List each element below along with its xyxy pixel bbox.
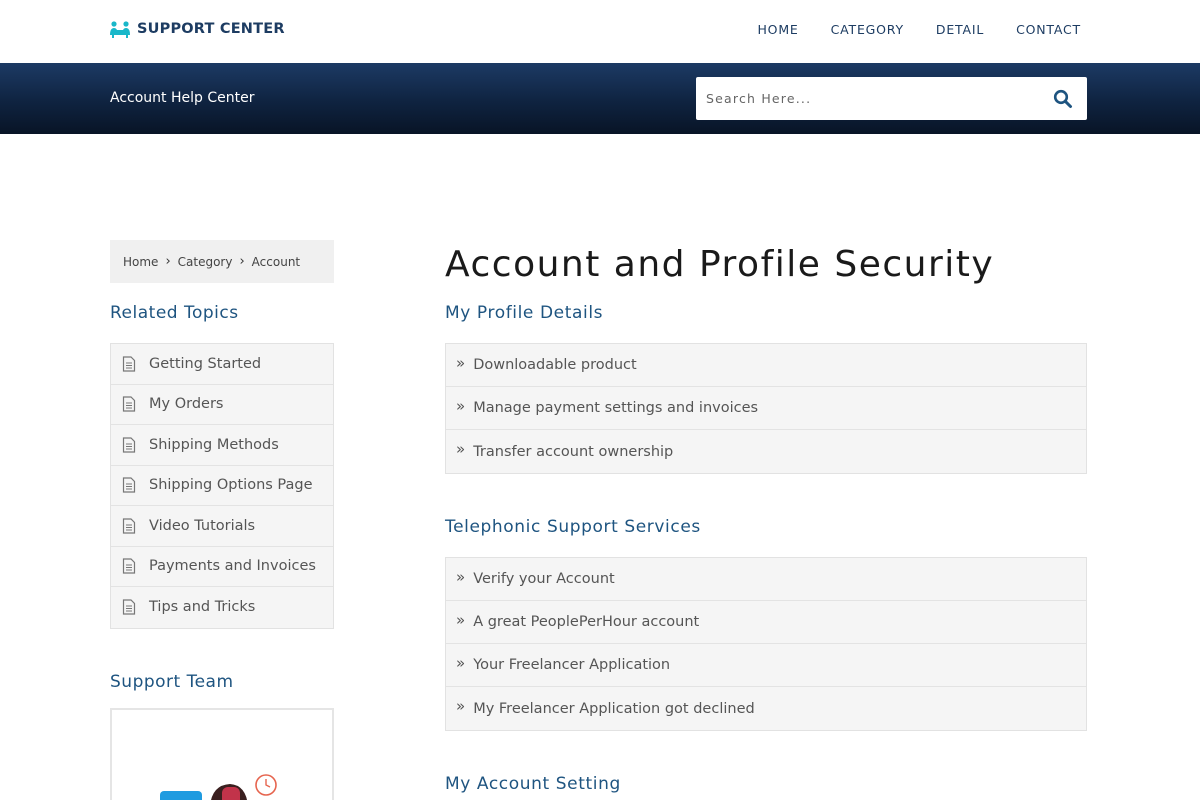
topic-video-tutorials[interactable]: Video Tutorials xyxy=(111,506,333,547)
double-chevron-right-icon: » xyxy=(456,610,466,629)
top-navbar: SUPPORT CENTER HOME CATEGORY DETAIL CONT… xyxy=(0,0,1200,63)
topic-label: Shipping Options Page xyxy=(149,477,313,494)
logo[interactable]: SUPPORT CENTER xyxy=(109,19,285,39)
list-item[interactable]: » Transfer account ownership xyxy=(446,430,1086,473)
topic-label: Payments and Invoices xyxy=(149,558,316,575)
search-icon[interactable] xyxy=(1053,89,1073,109)
chevron-right-icon: › xyxy=(165,254,171,269)
search-input[interactable] xyxy=(696,77,1026,120)
search-box xyxy=(696,77,1087,120)
support-team-card xyxy=(110,708,334,800)
breadcrumb-account: Account xyxy=(251,254,301,269)
support-team-icon xyxy=(110,21,130,38)
document-icon xyxy=(122,599,136,615)
topic-shipping-options[interactable]: Shipping Options Page xyxy=(111,466,333,506)
profile-details-list: » Downloadable product » Manage payment se… xyxy=(445,343,1087,474)
topic-tips-tricks[interactable]: Tips and Tricks xyxy=(111,587,333,628)
topic-payments-invoices[interactable]: Payments and Invoices xyxy=(111,547,333,587)
topic-shipping-methods[interactable]: Shipping Methods xyxy=(111,425,333,466)
nav-contact[interactable]: CONTACT xyxy=(1016,22,1081,37)
telephonic-support-list: » Verify your Account » A great PeoplePerH… xyxy=(445,557,1087,731)
document-icon xyxy=(122,518,136,534)
chevron-right-icon: › xyxy=(239,254,245,269)
topic-my-orders[interactable]: My Orders xyxy=(111,385,333,425)
double-chevron-right-icon: » xyxy=(456,440,466,458)
hero-banner: Account Help Center xyxy=(0,63,1200,134)
double-chevron-right-icon: » xyxy=(456,653,466,672)
document-icon xyxy=(122,396,136,412)
support-team-heading: Support Team xyxy=(110,672,234,692)
list-item[interactable]: » Downloadable product xyxy=(446,344,1086,387)
logo-text: SUPPORT CENTER xyxy=(137,21,285,37)
list-item[interactable]: » My Freelancer Application got declined xyxy=(446,687,1086,730)
related-topics-list: Getting Started My Orders Shipping Metho… xyxy=(110,343,334,629)
page-title: Account and Profile Security xyxy=(445,244,995,285)
section-heading-profile-details: My Profile Details xyxy=(445,303,604,323)
topic-label: My Orders xyxy=(149,396,224,413)
double-chevron-right-icon: » xyxy=(456,697,466,715)
document-icon xyxy=(122,356,136,372)
section-heading-account-setting: My Account Setting xyxy=(445,774,621,794)
nav-category[interactable]: CATEGORY xyxy=(831,22,904,37)
section-heading-telephonic-support: Telephonic Support Services xyxy=(445,517,701,537)
topic-label: Getting Started xyxy=(149,355,262,372)
document-icon xyxy=(122,558,136,574)
nav-home[interactable]: HOME xyxy=(757,22,798,37)
document-icon xyxy=(122,437,136,453)
related-topics-heading: Related Topics xyxy=(110,303,239,323)
list-item[interactable]: » Verify your Account xyxy=(446,558,1086,601)
topic-label: Shipping Methods xyxy=(149,436,279,453)
double-chevron-right-icon: » xyxy=(456,567,466,586)
double-chevron-right-icon: » xyxy=(456,396,466,415)
breadcrumb-home[interactable]: Home xyxy=(123,255,158,269)
topic-label: Video Tutorials xyxy=(149,517,256,534)
hero-title: Account Help Center xyxy=(110,90,255,106)
support-illustration xyxy=(160,774,277,800)
list-item[interactable]: » Your Freelancer Application xyxy=(446,644,1086,687)
list-item[interactable]: » Manage payment settings and invoices xyxy=(446,387,1086,430)
main-nav: HOME CATEGORY DETAIL CONTACT xyxy=(757,22,1081,37)
breadcrumb-category[interactable]: Category xyxy=(178,255,233,269)
double-chevron-right-icon: » xyxy=(456,353,466,372)
topic-label: Tips and Tricks xyxy=(149,599,256,616)
document-icon xyxy=(122,477,136,493)
nav-detail[interactable]: DETAIL xyxy=(936,22,984,37)
breadcrumb: Home › Category › Account xyxy=(110,240,334,283)
list-item[interactable]: » A great PeoplePerHour account xyxy=(446,601,1086,644)
topic-getting-started[interactable]: Getting Started xyxy=(111,344,333,385)
